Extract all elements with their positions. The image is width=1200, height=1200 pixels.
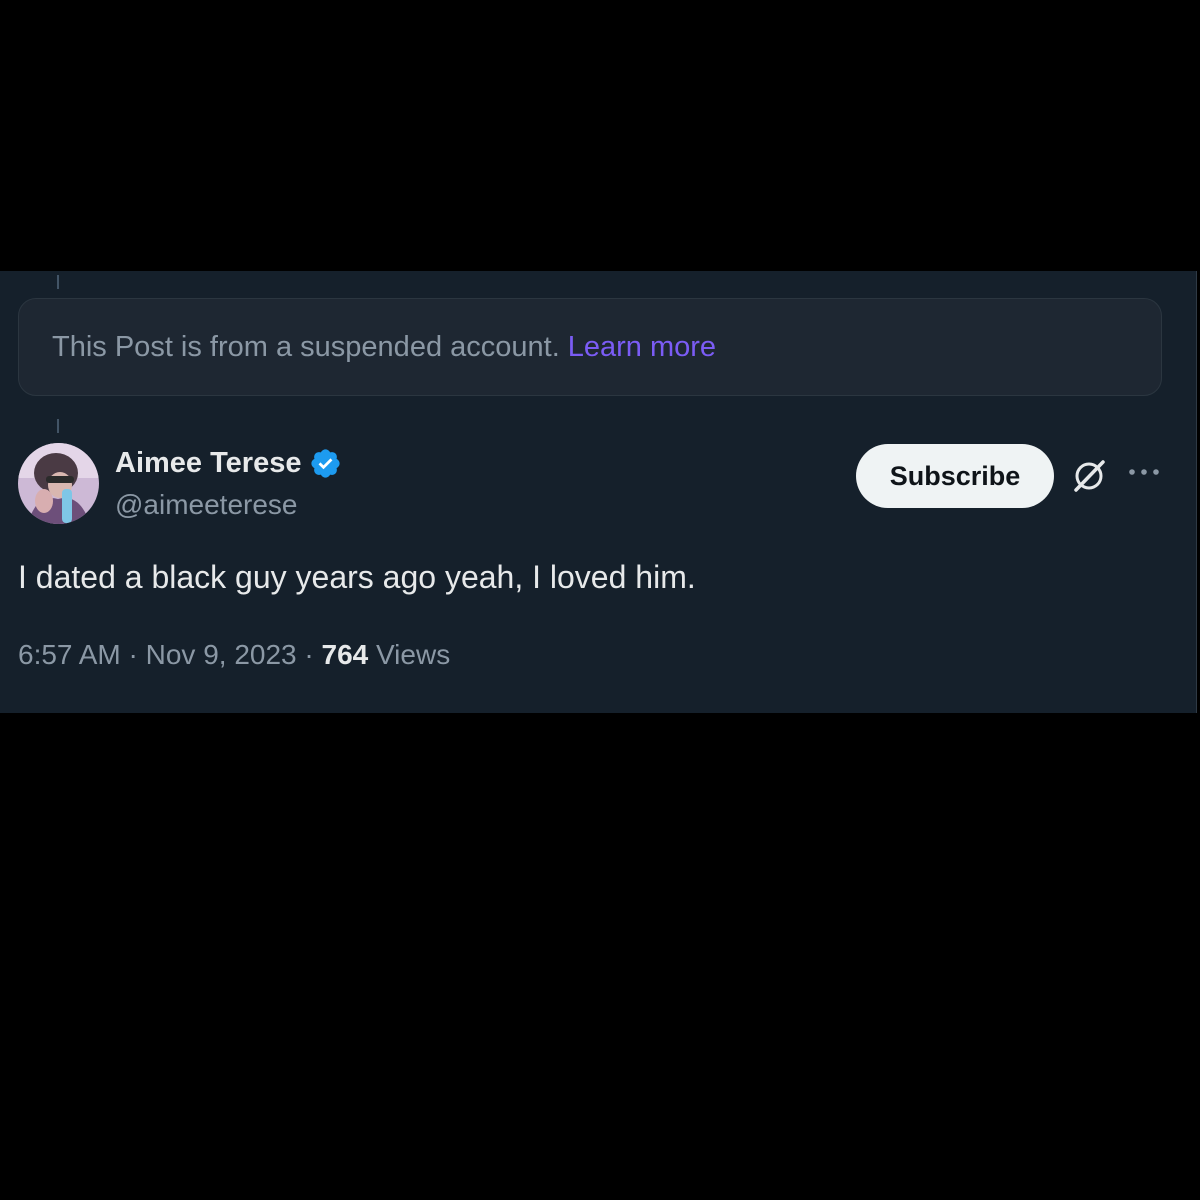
views-count: 764 — [321, 639, 369, 670]
thread-connector-line — [57, 275, 59, 289]
learn-more-link[interactable]: Learn more — [568, 331, 716, 364]
subscribe-button[interactable]: Subscribe — [856, 444, 1054, 508]
author-display-name[interactable]: Aimee Terese — [115, 447, 301, 480]
author-handle[interactable]: @aimeeterese — [115, 489, 298, 521]
grok-icon[interactable] — [1070, 457, 1108, 495]
avatar[interactable] — [18, 443, 99, 524]
tweet-date[interactable]: Nov 9, 2023 — [146, 639, 297, 671]
thread-connector-line — [57, 419, 59, 433]
verified-badge-icon[interactable] — [309, 447, 342, 480]
author-name-row: Aimee Terese — [115, 447, 342, 480]
views-label-spacer — [368, 639, 376, 671]
tweet-time[interactable]: 6:57 AM — [18, 639, 121, 671]
profile-photo-icon — [18, 443, 99, 524]
tweet-meta: 6:57 AM · Nov 9, 2023 · 764 Views — [18, 639, 450, 671]
views-label: Views — [376, 639, 451, 670]
meta-separator: · — [296, 639, 322, 670]
more-dots-icon[interactable] — [1127, 466, 1161, 478]
suspended-post-notice: This Post is from a suspended account. L… — [18, 298, 1162, 396]
meta-separator: · — [120, 639, 146, 670]
suspended-notice-text: This Post is from a suspended account. — [52, 330, 560, 363]
post-thread-panel: This Post is from a suspended account. L… — [0, 271, 1197, 713]
tweet-text: I dated a black guy years ago yeah, I lo… — [18, 559, 696, 595]
